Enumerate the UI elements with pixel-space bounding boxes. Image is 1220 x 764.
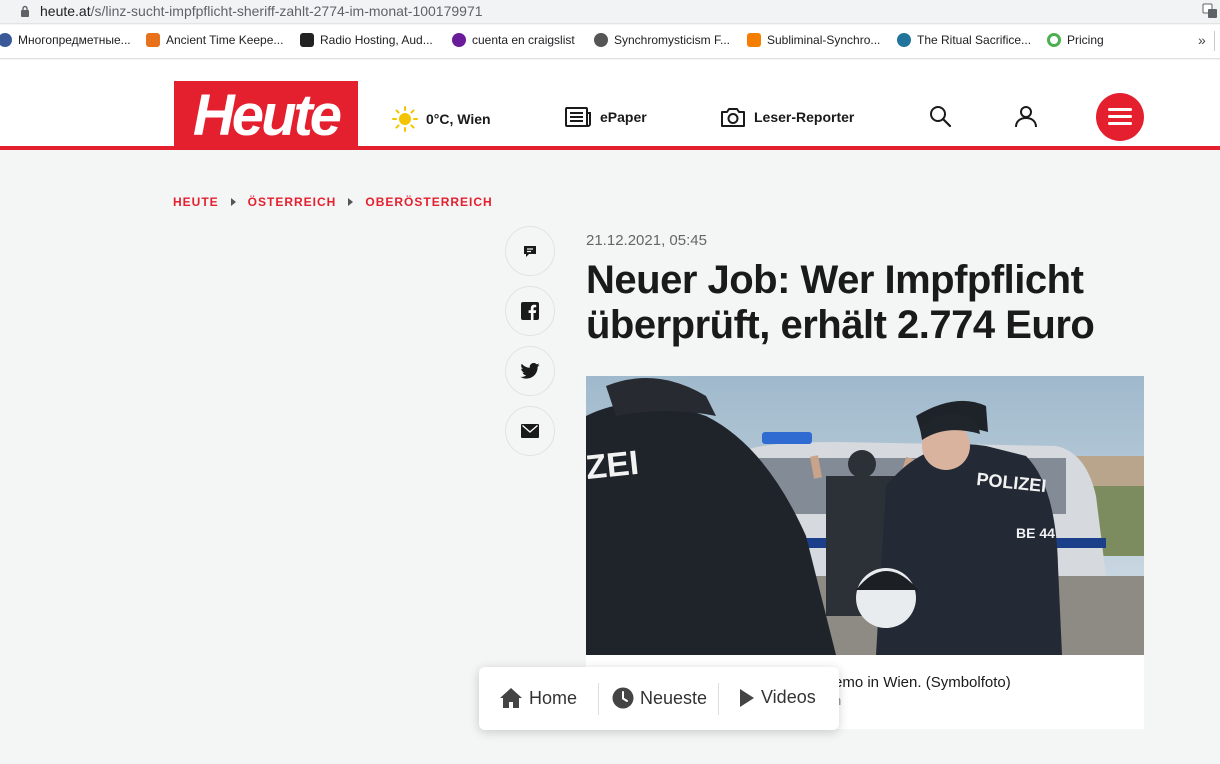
police-photo: ZEI POLIZEI BE 44 (586, 376, 1144, 655)
translate-icon[interactable] (1202, 3, 1218, 19)
bookmark-item[interactable]: cuenta en craigslist (452, 33, 575, 47)
article-date: 21.12.2021, 05:45 (586, 232, 707, 249)
bottom-nav: Home Neueste Videos (479, 667, 839, 730)
bookmarks-bar: Многопредметные... Ancient Time Keepe...… (0, 25, 1220, 59)
nav-videos[interactable]: Videos (739, 687, 816, 708)
bookmark-item[interactable]: Pricing (1047, 33, 1104, 47)
lock-icon (21, 5, 29, 17)
weather-text: 0°C, Wien (426, 111, 491, 127)
newspaper-icon (565, 107, 591, 127)
nav-home-label: Home (529, 687, 578, 708)
mail-share-button[interactable] (505, 406, 555, 456)
article-title: Neuer Job: Wer Impfpflicht überprüft, er… (586, 258, 1095, 347)
blogger-icon (747, 33, 761, 47)
facebook-icon (521, 302, 539, 320)
pricing-icon (1047, 33, 1061, 47)
leser-reporter-link[interactable]: Leser-Reporter (720, 106, 854, 128)
site-header: Heute 0°C, Wien ePaper Leser-Reporter (0, 60, 1220, 150)
radio-icon (300, 33, 314, 47)
camera-icon (721, 108, 745, 127)
hamburger-line (1108, 122, 1132, 125)
breadcrumb-oesterreich[interactable]: ÖSTERREICH (248, 195, 337, 209)
article-photo[interactable]: ZEI POLIZEI BE 44 (586, 376, 1144, 655)
bookmark-item[interactable]: Ancient Time Keepe... (146, 33, 283, 47)
divider (718, 683, 719, 715)
search-icon[interactable] (928, 104, 952, 128)
epaper-label: ePaper (600, 109, 647, 125)
pyramid-icon (146, 33, 160, 47)
chevron-right-icon (348, 198, 354, 206)
clock-icon (612, 687, 634, 709)
wordpress-icon (897, 33, 911, 47)
star-icon (0, 33, 12, 47)
hamburger-line (1108, 108, 1132, 111)
epaper-link[interactable]: ePaper (565, 106, 647, 128)
heute-logo[interactable]: Heute (174, 81, 358, 150)
comment-button[interactable] (505, 226, 555, 276)
nav-latest[interactable]: Neueste (612, 687, 707, 709)
vest-badge: BE 44 (1016, 525, 1055, 541)
vest-text-left: ZEI (586, 444, 641, 487)
twitter-share-button[interactable] (505, 346, 555, 396)
hamburger-line (1108, 115, 1132, 118)
globe-icon (594, 33, 608, 47)
bookmark-item[interactable]: Synchromysticism F... (594, 33, 730, 47)
more-bookmarks-button[interactable]: » (1198, 32, 1206, 48)
chevron-right-icon (230, 198, 236, 206)
weather-widget[interactable]: 0°C, Wien (392, 106, 491, 132)
nav-videos-label: Videos (761, 687, 816, 707)
bookmark-item[interactable]: Многопредметные... (0, 33, 131, 47)
user-icon[interactable] (1014, 104, 1038, 128)
bookmark-item[interactable]: Radio Hosting, Aud... (300, 33, 433, 47)
home-icon (500, 688, 522, 708)
nav-home[interactable]: Home (499, 687, 577, 709)
peace-icon (452, 33, 466, 47)
breadcrumb: HEUTE ÖSTERREICH OBERÖSTERREICH (173, 195, 493, 209)
mail-icon (521, 424, 539, 438)
reporter-label: Leser-Reporter (754, 109, 855, 125)
breadcrumb-heute[interactable]: HEUTE (173, 195, 219, 209)
facebook-share-button[interactable] (505, 286, 555, 336)
breadcrumb-oberoesterreich[interactable]: OBERÖSTERREICH (365, 195, 492, 209)
bookmark-item[interactable]: The Ritual Sacrifice... (897, 33, 1031, 47)
divider (1214, 31, 1215, 51)
play-icon (740, 688, 754, 707)
nav-latest-label: Neueste (640, 687, 708, 708)
url-host: heute.at (40, 3, 91, 19)
photo-caption: emo in Wien. (Symbolfoto) (834, 674, 1011, 691)
address-bar[interactable]: heute.at/s/linz-sucht-impfpflicht-sherif… (0, 0, 1220, 24)
comment-icon (524, 246, 536, 257)
bookmark-item[interactable]: Subliminal-Synchro... (747, 33, 880, 47)
menu-button[interactable] (1096, 93, 1144, 141)
url-text[interactable]: heute.at/s/linz-sucht-impfpflicht-sherif… (40, 3, 483, 19)
divider (598, 683, 599, 715)
sun-icon (392, 106, 418, 132)
twitter-icon (520, 363, 540, 379)
url-path: /s/linz-sucht-impfpflicht-sheriff-zahlt-… (90, 3, 483, 19)
